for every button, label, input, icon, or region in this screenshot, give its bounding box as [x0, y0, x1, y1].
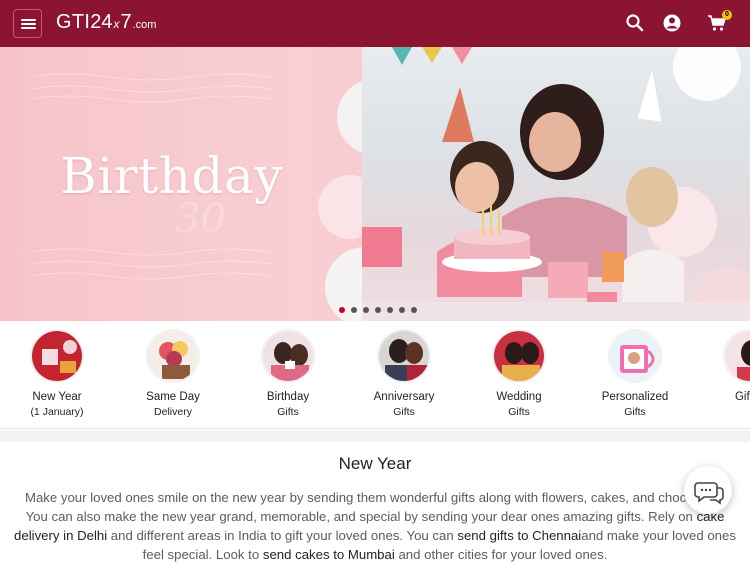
carousel-dot[interactable] — [339, 307, 345, 313]
category-wedding-gifts[interactable]: Wedding Gifts — [474, 329, 564, 419]
logo-x: x — [113, 17, 120, 31]
category-strip: New Year (1 January) Same Day Delivery B… — [0, 321, 750, 429]
category-sublabel: Gifts — [508, 406, 530, 418]
section-description: Make your loved ones smile on the new ye… — [14, 488, 736, 563]
user-icon[interactable] — [662, 13, 682, 33]
category-anniversary-gifts[interactable]: Anniversary Gifts — [359, 329, 449, 419]
category-sublabel: (1 January) — [30, 406, 84, 418]
chat-icon — [694, 482, 724, 505]
birthday-gifts-image — [261, 329, 315, 383]
same-day-art — [148, 331, 198, 381]
family-celebration-image — [362, 47, 750, 321]
wedding-gifts-image — [492, 329, 546, 383]
category-label: Gifts f — [734, 391, 750, 403]
section-title: New Year — [338, 454, 412, 473]
logo-number-1: 24 — [90, 11, 113, 33]
category-sublabel: Delivery — [154, 406, 192, 418]
description-text: and other cities for your loved ones. — [394, 547, 608, 562]
category-sublabel: Gifts — [393, 406, 415, 418]
carousel-dots[interactable] — [339, 307, 417, 313]
banner-title: Birthday — [60, 147, 283, 205]
banner-photo — [362, 47, 750, 321]
cart-count-badge: 0 — [722, 10, 732, 20]
category-label: New Year — [32, 391, 82, 403]
send-cakes-mumbai-link[interactable]: send cakes to Mumbai — [263, 547, 395, 562]
category-gifts-for[interactable]: Gifts f — [705, 329, 750, 405]
personalized-gifts-image — [608, 329, 662, 383]
gifts-for-art — [725, 331, 750, 381]
carousel-dot[interactable] — [351, 307, 357, 313]
chat-button[interactable] — [684, 466, 732, 514]
category-same-day-delivery[interactable]: Same Day Delivery — [128, 329, 218, 419]
anniversary-art — [379, 331, 429, 381]
menu-icon — [21, 19, 36, 21]
menu-icon-bar — [21, 23, 36, 25]
top-header: GTI 24 x 7 .com 0 — [0, 0, 750, 47]
wedding-art — [494, 331, 544, 381]
description-text: and different areas in India to gift you… — [107, 528, 458, 543]
anniversary-gifts-image — [377, 329, 431, 383]
category-label: Wedding — [496, 391, 542, 403]
carousel-dot[interactable] — [375, 307, 381, 313]
birthday-art — [263, 331, 313, 381]
section-divider — [0, 430, 750, 442]
category-personalized-gifts[interactable]: Personalized Gifts — [590, 329, 680, 419]
carousel-dot[interactable] — [411, 307, 417, 313]
category-label: Birthday — [266, 391, 310, 403]
category-new-year[interactable]: New Year (1 January) — [12, 329, 102, 419]
category-label: Same Day — [146, 391, 200, 403]
logo-number-2: 7 — [120, 11, 132, 33]
carousel-dot[interactable] — [363, 307, 369, 313]
site-logo[interactable]: GTI 24 x 7 .com — [56, 11, 156, 37]
gifts-for-image — [723, 329, 750, 383]
menu-button[interactable] — [13, 9, 42, 38]
carousel-dot[interactable] — [399, 307, 405, 313]
category-label: Personalized — [601, 391, 669, 403]
search-icon[interactable] — [625, 13, 645, 33]
logo-domain: .com — [132, 19, 157, 31]
new-year-section: New Year Make your loved ones smile on t… — [0, 442, 750, 563]
hero-banner[interactable]: 30 Birthday — [0, 47, 750, 321]
category-sublabel: Gifts — [277, 406, 299, 418]
send-gifts-chennai-link[interactable]: send gifts to Chennai — [457, 528, 581, 543]
logo-gti: GTI — [56, 11, 91, 33]
category-label: Anniversary — [373, 391, 435, 403]
category-sublabel: Gifts — [624, 406, 646, 418]
menu-icon-bar — [21, 27, 36, 29]
personalized-art — [610, 331, 660, 381]
description-text: Make your loved ones smile on the new ye… — [24, 490, 726, 524]
new-year-image — [30, 329, 84, 383]
category-birthday-gifts[interactable]: Birthday Gifts — [243, 329, 333, 419]
new-year-art — [32, 331, 82, 381]
same-day-delivery-image — [146, 329, 200, 383]
carousel-dot[interactable] — [387, 307, 393, 313]
